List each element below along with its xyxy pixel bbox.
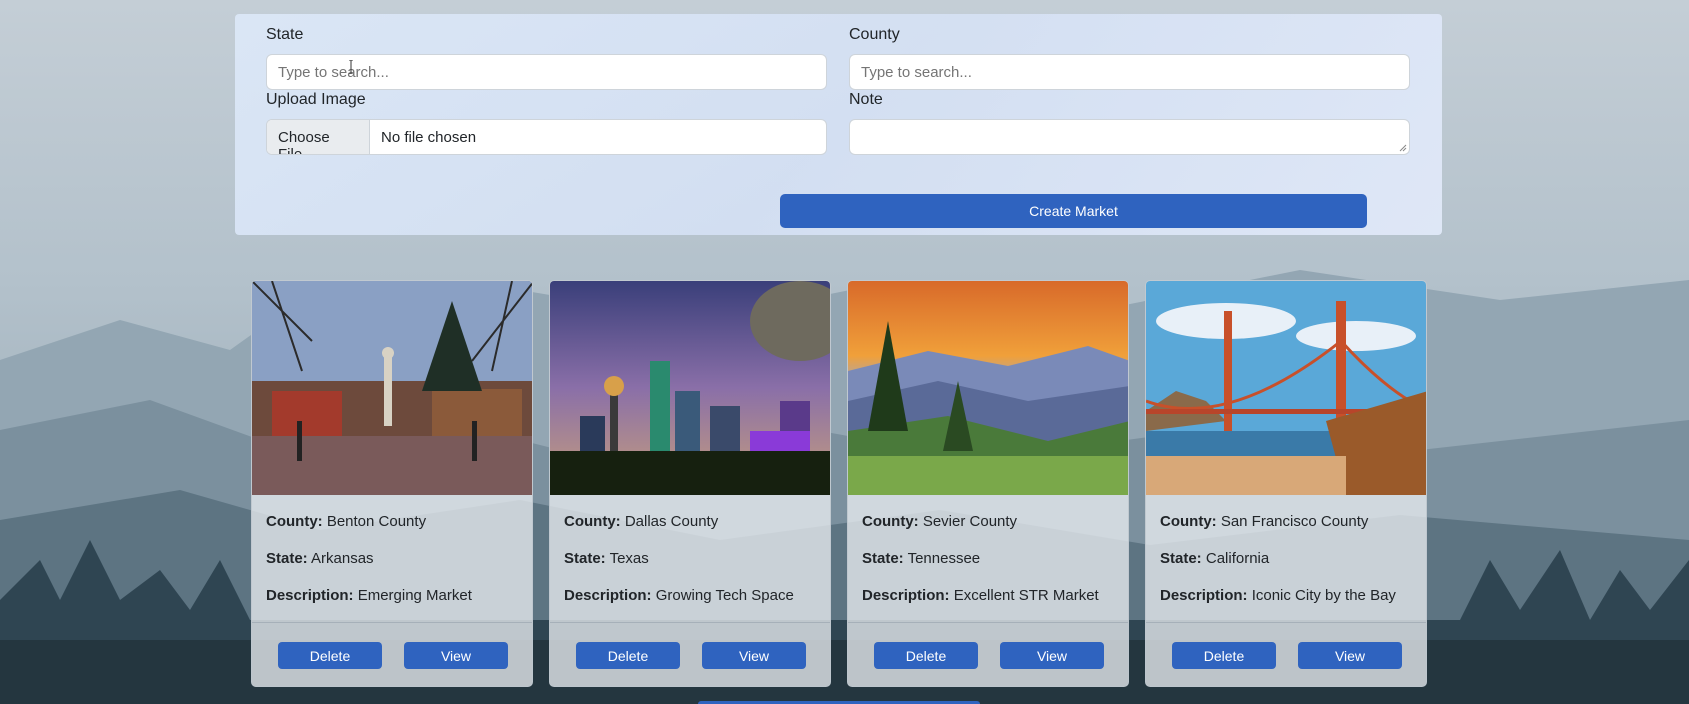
city-skyline-photo: [550, 281, 830, 495]
county-value: Benton County: [326, 513, 427, 530]
description-field-label: Description:: [862, 587, 950, 604]
card-actions: Delete View: [1146, 622, 1426, 686]
create-market-button[interactable]: Create Market: [780, 194, 1367, 228]
state-value: Arkansas: [311, 550, 374, 567]
county-field-label: County:: [1160, 513, 1217, 530]
view-button[interactable]: View: [1298, 642, 1402, 669]
delete-button[interactable]: Delete: [278, 642, 382, 669]
county-value: Sevier County: [922, 513, 1018, 530]
county-field-label: County:: [564, 513, 621, 530]
choose-file-button[interactable]: Choose File: [267, 120, 370, 154]
market-card: County: Benton County State: Arkansas De…: [251, 280, 533, 687]
market-card: County: Sevier County State: Tennessee D…: [847, 280, 1129, 687]
description-field-label: Description:: [266, 587, 354, 604]
file-upload-input[interactable]: Choose File No file chosen: [266, 119, 827, 155]
county-value: San Francisco County: [1220, 513, 1369, 530]
create-market-form: State County Upload Image Choose File No…: [235, 14, 1442, 235]
description-value: Excellent STR Market: [953, 587, 1099, 604]
resize-grip-icon[interactable]: [1399, 144, 1407, 152]
state-field-label: State:: [1160, 550, 1202, 567]
town-square-photo: [252, 281, 532, 495]
county-search-input[interactable]: [849, 54, 1410, 90]
card-actions: Delete View: [848, 622, 1128, 686]
county-field-label: County:: [862, 513, 919, 530]
market-card: County: San Francisco County State: Cali…: [1145, 280, 1427, 687]
note-label: Note: [849, 91, 883, 108]
file-status-text: No file chosen: [381, 129, 477, 146]
state-field-label: State:: [266, 550, 308, 567]
state-value: Texas: [609, 550, 649, 567]
county-field-label: County:: [266, 513, 323, 530]
state-field-label: State:: [862, 550, 904, 567]
description-field-label: Description:: [564, 587, 652, 604]
description-field-label: Description:: [1160, 587, 1248, 604]
delete-button[interactable]: Delete: [1172, 642, 1276, 669]
view-button[interactable]: View: [1000, 642, 1104, 669]
view-button[interactable]: View: [404, 642, 508, 669]
card-actions: Delete View: [550, 622, 830, 686]
view-button[interactable]: View: [702, 642, 806, 669]
market-card: County: Dallas County State: Texas Descr…: [549, 280, 831, 687]
description-value: Iconic City by the Bay: [1251, 587, 1396, 604]
golden-gate-bridge-photo: [1146, 281, 1426, 495]
county-value: Dallas County: [624, 513, 719, 530]
state-field-label: State:: [564, 550, 606, 567]
mountain-sunset-photo: [848, 281, 1128, 495]
description-value: Emerging Market: [357, 587, 472, 604]
county-label: County: [849, 26, 900, 43]
state-label: State: [266, 26, 304, 43]
state-value: California: [1205, 550, 1270, 567]
upload-image-label: Upload Image: [266, 91, 366, 108]
text-cursor-icon: [349, 60, 353, 74]
note-textarea[interactable]: [849, 119, 1410, 155]
delete-button[interactable]: Delete: [874, 642, 978, 669]
delete-button[interactable]: Delete: [576, 642, 680, 669]
description-value: Growing Tech Space: [655, 587, 794, 604]
card-actions: Delete View: [252, 622, 532, 686]
state-value: Tennessee: [907, 550, 981, 567]
